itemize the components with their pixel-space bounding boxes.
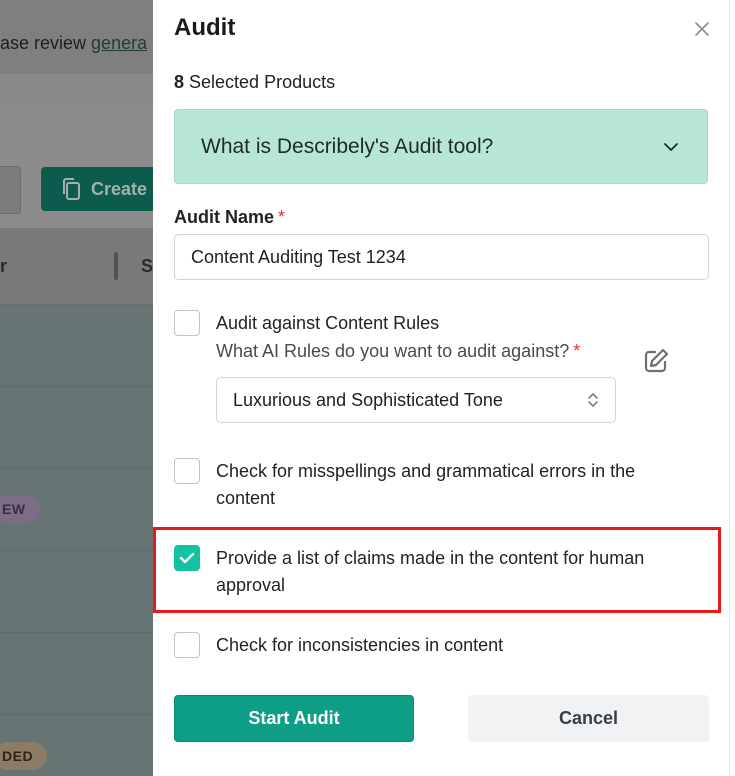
column-header-s[interactable]: S (141, 256, 153, 277)
column-divider[interactable] (114, 252, 118, 280)
row-divider (0, 714, 153, 715)
table-header (0, 228, 153, 305)
checkbox-claims[interactable] (174, 545, 200, 571)
select-caret-icon (587, 391, 599, 409)
audit-tool-accordion[interactable]: What is Describely's Audit tool? (174, 109, 708, 184)
chevron-down-icon (663, 142, 679, 152)
cancel-button[interactable]: Cancel (468, 695, 709, 742)
required-mark: * (278, 207, 286, 227)
checkbox-inconsistencies[interactable] (174, 632, 200, 658)
create-button-label: Create (91, 178, 148, 199)
option-label-misspellings: Check for misspellings and grammatical e… (216, 461, 636, 508)
column-header-partial: r (0, 256, 8, 276)
background-toolbar-input[interactable] (0, 166, 21, 214)
close-icon (695, 22, 709, 36)
background-strip (0, 74, 153, 106)
option-label-claims: Provide a list of claims made in the con… (216, 548, 645, 595)
selected-label: Selected Products (184, 72, 336, 92)
panel-title: Audit (174, 14, 236, 41)
rules-question-label: What AI Rules do you want to audit again… (216, 341, 581, 361)
row-divider (0, 468, 153, 469)
row-divider (0, 386, 153, 387)
row-divider (0, 550, 153, 551)
edit-icon (644, 348, 669, 373)
audit-name-label: Audit Name * (174, 207, 286, 227)
accordion-label: What is Describely's Audit tool? (201, 134, 494, 158)
notice-text: ase review genera (0, 33, 148, 53)
audit-name-input[interactable] (174, 234, 709, 280)
start-audit-button[interactable]: Start Audit (174, 695, 414, 742)
option-label-content-rules: Audit against Content Rules (216, 313, 440, 333)
notice-link[interactable]: genera (91, 33, 147, 53)
copy-icon (61, 177, 83, 201)
status-badge-ded: DED (0, 742, 48, 770)
rules-select-value: Luxurious and Sophisticated Tone (233, 389, 503, 410)
option-label-inconsistencies: Check for inconsistencies in content (216, 635, 504, 655)
create-button[interactable]: Create (41, 167, 171, 211)
selected-count: 8 (174, 72, 185, 92)
table-body (0, 305, 153, 776)
required-mark: * (573, 341, 581, 361)
row-divider (0, 632, 153, 633)
checkmark-icon (179, 552, 195, 564)
selected-products: 8 Selected Products (174, 72, 335, 93)
notice-banner: ase review genera (0, 0, 153, 74)
panel-gutter (729, 0, 735, 776)
close-button[interactable] (689, 16, 715, 42)
edit-rules-button[interactable] (641, 346, 671, 376)
checkbox-content-rules[interactable] (174, 310, 200, 336)
checkbox-misspellings[interactable] (174, 458, 200, 484)
rules-select[interactable]: Luxurious and Sophisticated Tone (216, 377, 616, 423)
status-badge-new: EW (0, 495, 40, 523)
audit-panel: Audit 8 Selected Products What is Descri… (153, 0, 729, 776)
